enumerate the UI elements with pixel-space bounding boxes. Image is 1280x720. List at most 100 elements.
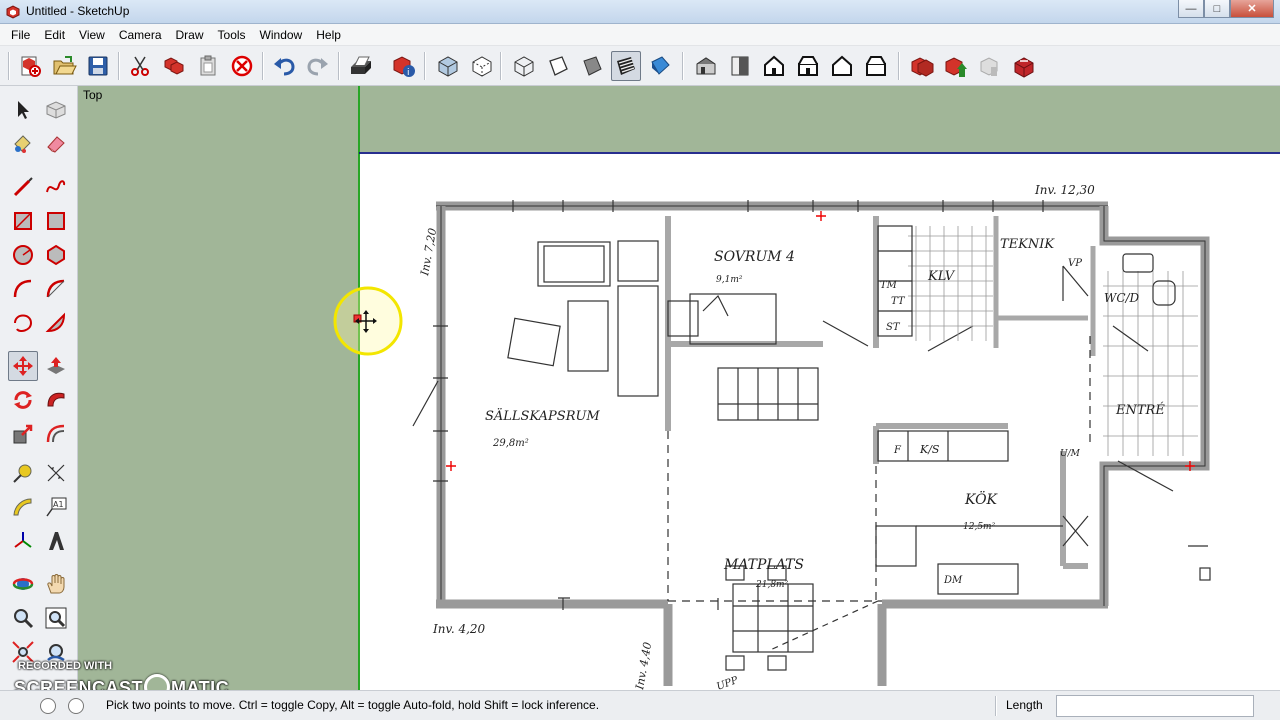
tool-palette: A1 <box>0 86 78 690</box>
shaded-textures-button[interactable] <box>611 51 641 81</box>
menu-window[interactable]: Window <box>253 28 310 42</box>
paint-bucket-tool[interactable] <box>8 129 38 159</box>
3d-text-tool[interactable] <box>41 526 71 556</box>
rotated-rectangle-tool[interactable] <box>41 206 71 236</box>
arc-tool[interactable] <box>8 274 38 304</box>
text-tool[interactable]: A1 <box>41 492 71 522</box>
paste-button[interactable] <box>193 51 223 81</box>
share-component-button[interactable] <box>975 51 1005 81</box>
orbit-tool[interactable] <box>8 569 38 599</box>
copy-icon <box>164 57 184 75</box>
print-button[interactable] <box>345 51 375 81</box>
iso-view-button[interactable] <box>691 51 721 81</box>
menu-help[interactable]: Help <box>309 28 348 42</box>
open-button[interactable] <box>49 51 79 81</box>
two-point-arc-tool[interactable] <box>41 274 71 304</box>
xray-button[interactable] <box>433 51 463 81</box>
plan-label: U/M <box>1060 449 1081 459</box>
menu-edit[interactable]: Edit <box>37 28 72 42</box>
measurements-input[interactable] <box>1056 695 1254 717</box>
back-edges-button[interactable] <box>467 51 497 81</box>
credits-icon[interactable] <box>68 698 84 714</box>
drawing-viewport[interactable]: Top Inv. 12,30 Inv. 7,20 Inv. 4,20 Inv. … <box>78 86 1280 690</box>
shaded-textures-icon <box>617 57 635 75</box>
menu-view[interactable]: View <box>72 28 112 42</box>
tape-measure-tool[interactable] <box>8 458 38 488</box>
shaded-button[interactable] <box>577 51 607 81</box>
plan-label: KLV <box>927 269 956 284</box>
line-icon <box>13 177 33 197</box>
menu-tools[interactable]: Tools <box>211 28 253 42</box>
paste-icon <box>200 55 216 76</box>
plan-label: SOVRUM 4 <box>714 249 795 265</box>
menu-file[interactable]: File <box>4 28 37 42</box>
pie-tool[interactable] <box>41 308 71 338</box>
text-icon: A1 <box>46 497 67 517</box>
front-view-button[interactable] <box>759 51 789 81</box>
redo-button[interactable] <box>303 51 333 81</box>
eraser-icon <box>47 136 65 153</box>
freehand-tool[interactable] <box>41 172 71 202</box>
eraser-tool[interactable] <box>41 129 71 159</box>
share-model-button[interactable] <box>941 51 971 81</box>
monochrome-icon <box>651 56 670 75</box>
top-view-button[interactable] <box>725 51 755 81</box>
previous-view-tool[interactable] <box>41 637 71 667</box>
close-button[interactable]: ✕ <box>1230 0 1274 18</box>
select-tool[interactable] <box>8 95 38 125</box>
zoom-icon <box>14 609 34 629</box>
undo-button[interactable] <box>269 51 299 81</box>
move-tool[interactable] <box>8 351 38 381</box>
plan-label: 9,1m² <box>716 275 743 285</box>
back-edges-icon <box>472 56 492 77</box>
geo-location-icon[interactable] <box>40 698 56 714</box>
extension-warehouse-button[interactable] <box>1009 51 1039 81</box>
axes-tool[interactable] <box>8 526 38 556</box>
maximize-button[interactable]: □ <box>1204 0 1230 18</box>
right-view-icon <box>798 56 818 76</box>
front-view-icon <box>764 55 784 76</box>
follow-me-tool[interactable] <box>41 385 71 415</box>
dimension-icon <box>47 464 65 482</box>
line-tool[interactable] <box>8 172 38 202</box>
menu-draw[interactable]: Draw <box>169 28 211 42</box>
xray-icon <box>438 56 458 77</box>
left-view-button[interactable] <box>861 51 891 81</box>
get-models-icon <box>911 57 934 77</box>
wireframe-button[interactable] <box>509 51 539 81</box>
protractor-tool[interactable] <box>8 492 38 522</box>
three-point-arc-tool[interactable] <box>8 308 38 338</box>
erase-button[interactable] <box>227 51 257 81</box>
scale-tool[interactable] <box>8 419 38 449</box>
zoom-window-tool[interactable] <box>41 603 71 633</box>
save-button[interactable] <box>83 51 113 81</box>
back-view-button[interactable] <box>827 51 857 81</box>
monochrome-button[interactable] <box>645 51 675 81</box>
menu-camera[interactable]: Camera <box>112 28 169 42</box>
new-button[interactable] <box>15 51 45 81</box>
zoom-tool[interactable] <box>8 603 38 633</box>
dimension-tool[interactable] <box>41 458 71 488</box>
get-models-button[interactable] <box>907 51 937 81</box>
minimize-button[interactable]: — <box>1178 0 1204 18</box>
pan-tool[interactable] <box>41 569 71 599</box>
zoom-extents-tool[interactable] <box>8 637 38 667</box>
rectangle-icon <box>14 212 32 230</box>
copy-button[interactable] <box>159 51 189 81</box>
cut-icon <box>131 56 149 76</box>
freehand-icon <box>46 180 66 193</box>
circle-tool[interactable] <box>8 240 38 270</box>
extension-warehouse-icon <box>1014 57 1034 78</box>
hidden-line-button[interactable] <box>543 51 573 81</box>
polygon-tool[interactable] <box>41 240 71 270</box>
right-view-button[interactable] <box>793 51 823 81</box>
offset-tool[interactable] <box>41 419 71 449</box>
rotate-tool[interactable] <box>8 385 38 415</box>
push-pull-tool[interactable] <box>41 351 71 381</box>
model-info-button[interactable]: i <box>389 51 419 81</box>
make-component-tool[interactable] <box>41 95 71 125</box>
orbit-icon <box>12 578 34 590</box>
rectangle-tool[interactable] <box>8 206 38 236</box>
cut-button[interactable] <box>125 51 155 81</box>
iso-view-icon <box>696 57 716 75</box>
